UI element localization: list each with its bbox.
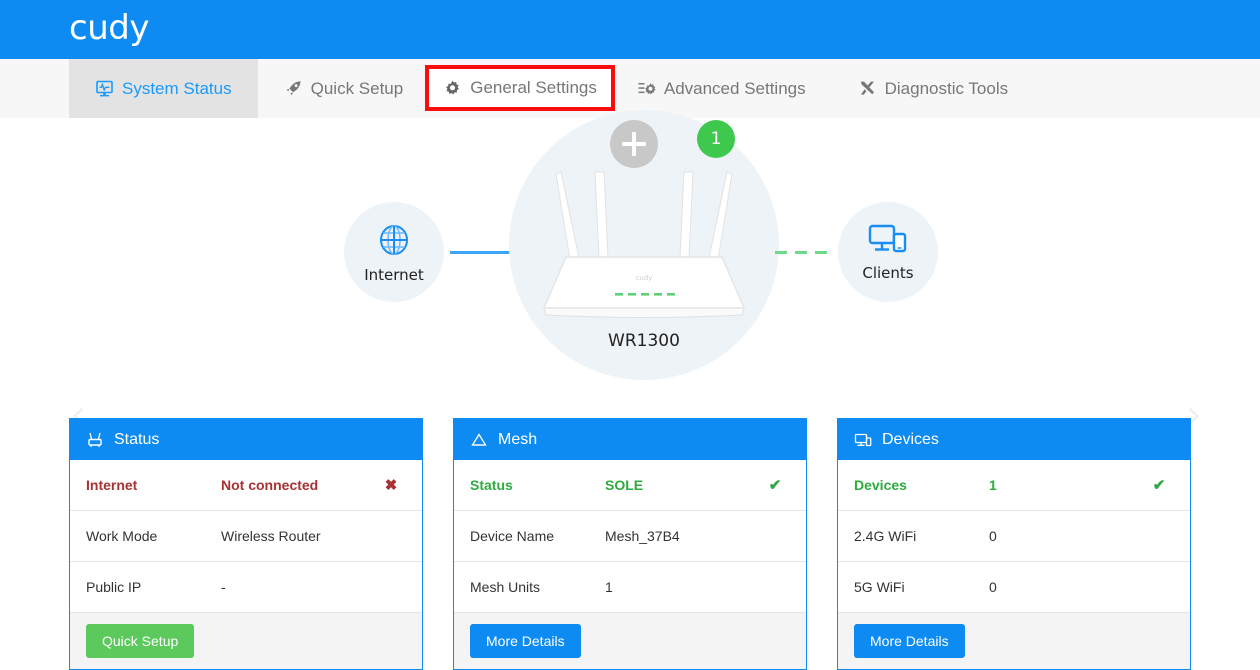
summary-cards: Status Internet Not connected ✖ Work Mod…: [0, 418, 1260, 670]
status-badge: ✖: [384, 477, 398, 494]
topology-link-clients: [775, 251, 833, 254]
router-model-label: WR1300: [608, 331, 680, 351]
card-title: Status: [114, 430, 160, 448]
card-header: Mesh: [454, 419, 806, 460]
table-row: Mesh Units 1: [454, 562, 806, 613]
table-row: Public IP -: [70, 562, 422, 613]
router-client-count-badge: 1: [697, 120, 735, 158]
app-header: cudy: [0, 0, 1260, 59]
row-label: Device Name: [470, 528, 555, 544]
topology-node-label: Clients: [862, 263, 914, 282]
topology-node-internet[interactable]: Internet: [344, 202, 444, 302]
status-badge: ✔: [1152, 477, 1166, 494]
tab-general-settings[interactable]: General Settings: [425, 65, 615, 111]
table-row: 5G WiFi 0: [838, 562, 1190, 613]
table-row: 2.4G WiFi 0: [838, 511, 1190, 562]
tab-system-status[interactable]: System Status: [69, 59, 258, 118]
sliders-gear-icon: [637, 79, 656, 98]
tab-label: General Settings: [470, 78, 597, 97]
table-row: Device Name Mesh_37B4: [454, 511, 806, 562]
card-title: Devices: [882, 430, 939, 448]
quick-setup-button[interactable]: Quick Setup: [86, 624, 195, 658]
rocket-icon: [284, 79, 303, 98]
monitor-pulse-icon: [95, 79, 114, 98]
card-devices: Devices Devices 1 ✔ 2.4G WiFi 0 5G WiFi …: [837, 418, 1191, 670]
row-label: Work Mode: [86, 528, 158, 544]
row-value: SOLE: [605, 477, 644, 493]
add-mesh-node-button[interactable]: [610, 120, 658, 168]
card-header: Status: [70, 419, 422, 460]
cudy-logo: cudy: [69, 7, 149, 48]
row-value: Not connected: [221, 477, 319, 493]
table-row: Work Mode Wireless Router: [70, 511, 422, 562]
tab-quick-setup[interactable]: Quick Setup: [258, 59, 430, 118]
tab-label: System Status: [122, 78, 232, 98]
tab-label: Diagnostic Tools: [884, 78, 1009, 98]
row-label: 2.4G WiFi: [854, 528, 917, 544]
row-label: Mesh Units: [470, 579, 541, 595]
tools-icon: [858, 79, 877, 98]
table-row: Internet Not connected ✖: [70, 460, 422, 511]
topology-node-label: Internet: [364, 265, 424, 284]
network-topology: ‹ › Internet cudy 1 WR1300 Clients: [0, 110, 1260, 435]
row-value: 1: [989, 477, 997, 493]
gear-icon: [443, 79, 462, 98]
tab-label: Quick Setup: [310, 78, 404, 98]
card-footer: Quick Setup: [70, 613, 422, 669]
card-footer: More Details: [454, 613, 806, 669]
table-row: Devices 1 ✔: [838, 460, 1190, 511]
card-header: Devices: [838, 419, 1190, 460]
row-value: 1: [605, 579, 613, 595]
router-icon: [86, 431, 104, 449]
row-value: -: [221, 579, 226, 595]
row-value: 0: [989, 528, 997, 544]
mesh-triangle-icon: [470, 431, 488, 449]
status-badge: ✔: [768, 477, 782, 494]
row-value: 0: [989, 579, 997, 595]
tab-label: Advanced Settings: [663, 78, 806, 98]
row-label: 5G WiFi: [854, 579, 905, 595]
globe-icon: [375, 221, 413, 264]
monitor-tablet-icon: [868, 223, 908, 262]
row-label: Status: [470, 477, 513, 493]
tab-diagnostic-tools[interactable]: Diagnostic Tools: [832, 59, 1034, 118]
row-label: Devices: [854, 477, 907, 493]
devices-icon: [854, 431, 872, 449]
row-label: Public IP: [86, 579, 142, 595]
svg-text:cudy: cudy: [636, 274, 653, 282]
table-row: Status SOLE ✔: [454, 460, 806, 511]
card-footer: More Details: [838, 613, 1190, 669]
card-mesh: Mesh Status SOLE ✔ Device Name Mesh_37B4…: [453, 418, 807, 670]
card-title: Mesh: [498, 430, 538, 448]
topology-node-clients[interactable]: Clients: [838, 202, 938, 302]
row-value: Mesh_37B4: [605, 528, 680, 544]
card-status: Status Internet Not connected ✖ Work Mod…: [69, 418, 423, 670]
row-value: Wireless Router: [221, 528, 321, 544]
row-label: Internet: [86, 477, 138, 493]
mesh-more-details-button[interactable]: More Details: [470, 624, 581, 658]
devices-more-details-button[interactable]: More Details: [854, 624, 965, 658]
